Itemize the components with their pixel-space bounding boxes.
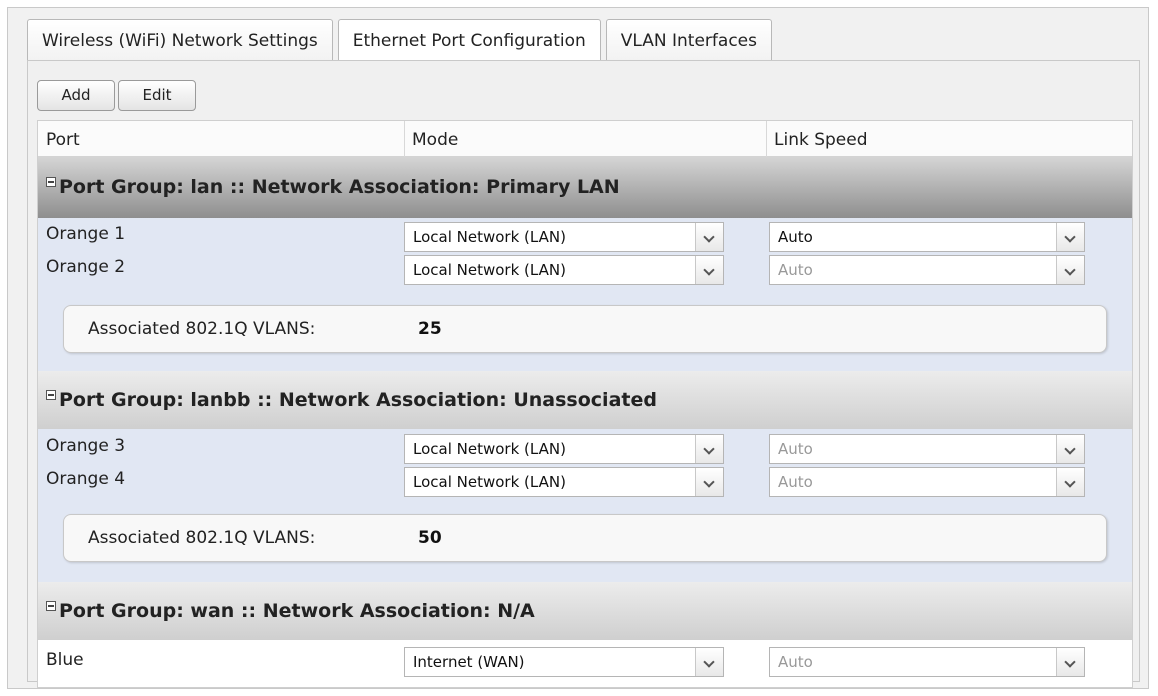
collapse-icon[interactable] — [46, 601, 56, 611]
link-speed-select-value: Auto — [778, 261, 813, 279]
collapse-icon[interactable] — [46, 390, 56, 400]
port-group-title: Port Group: wan :: Network Association: … — [59, 600, 535, 622]
mode-select-value: Local Network (LAN) — [413, 261, 566, 279]
link-speed-select-value: Auto — [778, 228, 813, 246]
port-name: Orange 1 — [46, 224, 126, 244]
link-speed-select[interactable]: Auto — [769, 647, 1085, 677]
associated-vlans-label: Associated 802.1Q VLANS: — [88, 528, 316, 548]
port-group-body-lanbb: Orange 3 Local Network (LAN) Auto Orange… — [38, 429, 1132, 582]
associated-vlans-label: Associated 802.1Q VLANS: — [88, 319, 316, 339]
mode-select[interactable]: Local Network (LAN) — [404, 467, 724, 497]
link-speed-select-value: Auto — [778, 440, 813, 458]
column-header-link-speed[interactable]: Link Speed — [774, 121, 868, 159]
column-divider — [766, 121, 767, 157]
mode-select-value: Local Network (LAN) — [413, 473, 566, 491]
tab-ethernet-port-configuration[interactable]: Ethernet Port Configuration — [337, 19, 601, 62]
column-header-port[interactable]: Port — [46, 121, 80, 159]
chevron-down-icon[interactable] — [1056, 435, 1084, 463]
link-speed-select[interactable]: Auto — [769, 222, 1085, 252]
link-speed-select-value: Auto — [778, 473, 813, 491]
port-group-header-lan[interactable]: Port Group: lan :: Network Association: … — [38, 157, 1132, 218]
port-group-header-wan[interactable]: Port Group: wan :: Network Association: … — [38, 582, 1132, 640]
chevron-down-icon[interactable] — [1056, 648, 1084, 676]
column-divider — [404, 121, 405, 157]
grid-header: Port Mode Link Speed — [38, 121, 1132, 159]
port-name: Orange 2 — [46, 257, 126, 277]
chevron-down-icon[interactable] — [1056, 468, 1084, 496]
collapse-icon[interactable] — [46, 177, 56, 187]
chevron-down-icon[interactable] — [1056, 256, 1084, 284]
associated-vlans-value: 50 — [418, 528, 442, 548]
port-group-body-wan: Blue Internet (WAN) Auto — [38, 640, 1132, 687]
link-speed-select[interactable]: Auto — [769, 467, 1085, 497]
associated-vlans-box: Associated 802.1Q VLANS: 50 — [63, 514, 1107, 562]
mode-select-value: Local Network (LAN) — [413, 440, 566, 458]
link-speed-select[interactable]: Auto — [769, 255, 1085, 285]
port-group-header-lanbb[interactable]: Port Group: lanbb :: Network Association… — [38, 371, 1132, 429]
add-button[interactable]: Add — [37, 80, 115, 111]
chevron-down-icon[interactable] — [695, 435, 723, 463]
link-speed-select-value: Auto — [778, 653, 813, 671]
tab-wireless-settings[interactable]: Wireless (WiFi) Network Settings — [27, 19, 333, 61]
chevron-down-icon[interactable] — [695, 468, 723, 496]
port-group-title: Port Group: lan :: Network Association: … — [59, 176, 620, 198]
port-name: Blue — [46, 650, 84, 670]
port-config-grid: Port Mode Link Speed Port Group: lan :: … — [37, 120, 1133, 688]
chevron-down-icon[interactable] — [695, 256, 723, 284]
associated-vlans-box: Associated 802.1Q VLANS: 25 — [63, 305, 1107, 353]
port-name: Orange 3 — [46, 436, 126, 456]
chevron-down-icon[interactable] — [1056, 223, 1084, 251]
edit-button[interactable]: Edit — [118, 80, 196, 111]
mode-select[interactable]: Internet (WAN) — [404, 647, 724, 677]
mode-select[interactable]: Local Network (LAN) — [404, 222, 724, 252]
associated-vlans-value: 25 — [418, 319, 442, 339]
tab-vlan-interfaces[interactable]: VLAN Interfaces — [605, 19, 772, 61]
link-speed-select[interactable]: Auto — [769, 434, 1085, 464]
mode-select[interactable]: Local Network (LAN) — [404, 434, 724, 464]
chevron-down-icon[interactable] — [695, 648, 723, 676]
port-group-body-lan: Orange 1 Local Network (LAN) Auto Orange… — [38, 218, 1132, 371]
port-name: Orange 4 — [46, 469, 126, 489]
column-header-mode[interactable]: Mode — [412, 121, 458, 159]
mode-select[interactable]: Local Network (LAN) — [404, 255, 724, 285]
mode-select-value: Internet (WAN) — [413, 653, 525, 671]
chevron-down-icon[interactable] — [695, 223, 723, 251]
mode-select-value: Local Network (LAN) — [413, 228, 566, 246]
port-group-title: Port Group: lanbb :: Network Association… — [59, 389, 657, 411]
tab-bar: Wireless (WiFi) Network Settings Etherne… — [27, 19, 777, 62]
